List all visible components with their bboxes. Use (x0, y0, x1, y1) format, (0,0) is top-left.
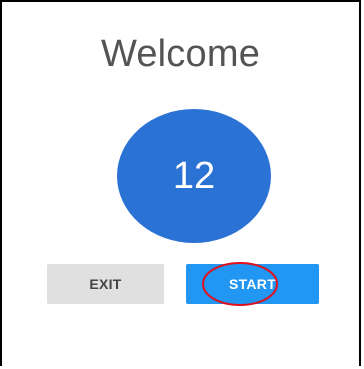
counter-value: 12 (172, 155, 216, 197)
counter-circle: 12 (117, 109, 271, 243)
welcome-panel: Welcome 12 EXIT START (0, 0, 361, 366)
exit-button[interactable]: EXIT (47, 264, 164, 304)
start-button[interactable]: START (186, 264, 319, 304)
page-title: Welcome (100, 33, 261, 75)
